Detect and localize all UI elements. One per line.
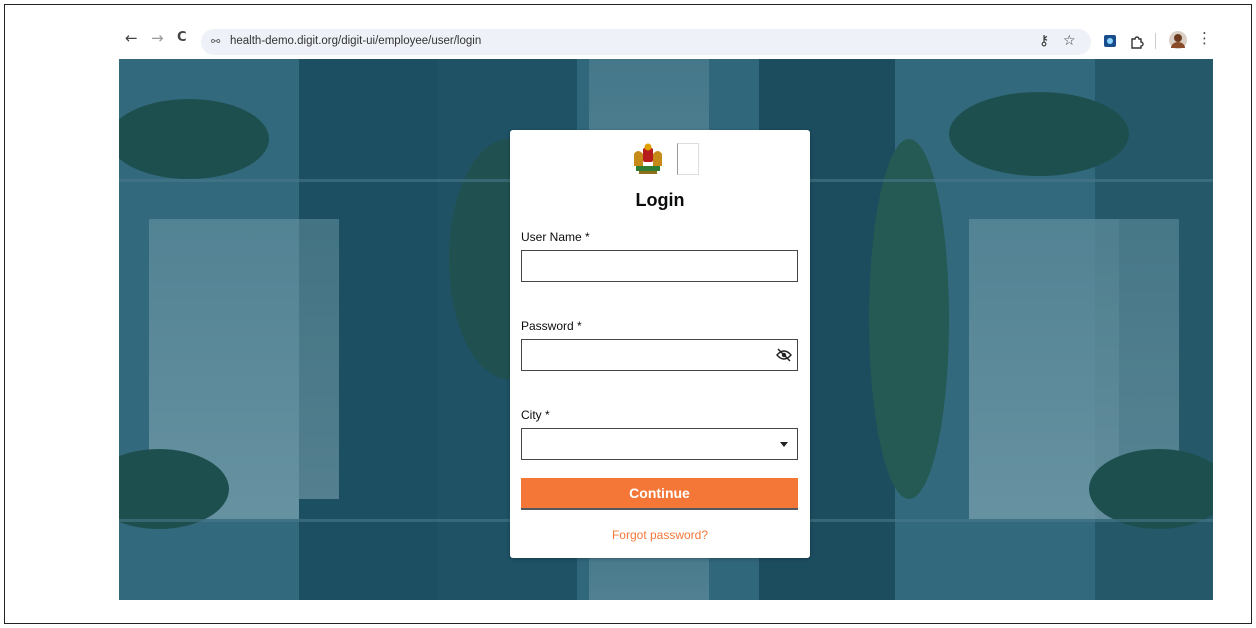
city-label: City * — [521, 408, 550, 422]
forgot-password-link[interactable]: Forgot password? — [510, 528, 810, 542]
state-emblem-icon — [634, 143, 662, 174]
extension-icon[interactable] — [1103, 34, 1117, 53]
address-bar[interactable]: ⚯ health-demo.digit.org/digit-ui/employe… — [201, 29, 1091, 55]
browser-menu-icon[interactable]: ⋮ — [1197, 30, 1212, 46]
forward-icon[interactable]: → — [151, 30, 164, 46]
logo-divider — [677, 143, 699, 175]
page-background: Login User Name * Password * City * Cont… — [119, 59, 1213, 600]
extensions-puzzle-icon[interactable] — [1129, 34, 1144, 54]
username-input[interactable] — [521, 250, 798, 282]
toolbar-divider — [1155, 33, 1157, 54]
dropdown-caret-icon[interactable] — [780, 442, 788, 447]
username-label: User Name * — [521, 230, 590, 244]
password-input[interactable] — [521, 339, 798, 371]
city-select[interactable] — [521, 428, 798, 460]
back-icon[interactable]: ← — [125, 30, 138, 46]
continue-button[interactable]: Continue — [521, 478, 798, 510]
login-card: Login User Name * Password * City * Cont… — [510, 130, 810, 558]
bookmark-star-icon[interactable]: ☆ — [1063, 33, 1076, 49]
login-title: Login — [635, 190, 685, 210]
url-text[interactable]: health-demo.digit.org/digit-ui/employee/… — [230, 35, 481, 47]
browser-toolbar: ← → C ⚯ health-demo.digit.org/digit-ui/e… — [5, 5, 1251, 57]
eye-off-icon[interactable] — [776, 348, 792, 362]
profile-avatar-icon[interactable] — [1169, 31, 1187, 54]
reload-icon[interactable]: C — [177, 30, 187, 46]
password-label: Password * — [521, 319, 582, 333]
browser-window: ← → C ⚯ health-demo.digit.org/digit-ui/e… — [4, 4, 1252, 624]
site-info-icon[interactable]: ⚯ — [211, 35, 220, 48]
password-key-icon[interactable]: ⚷ — [1039, 33, 1049, 49]
